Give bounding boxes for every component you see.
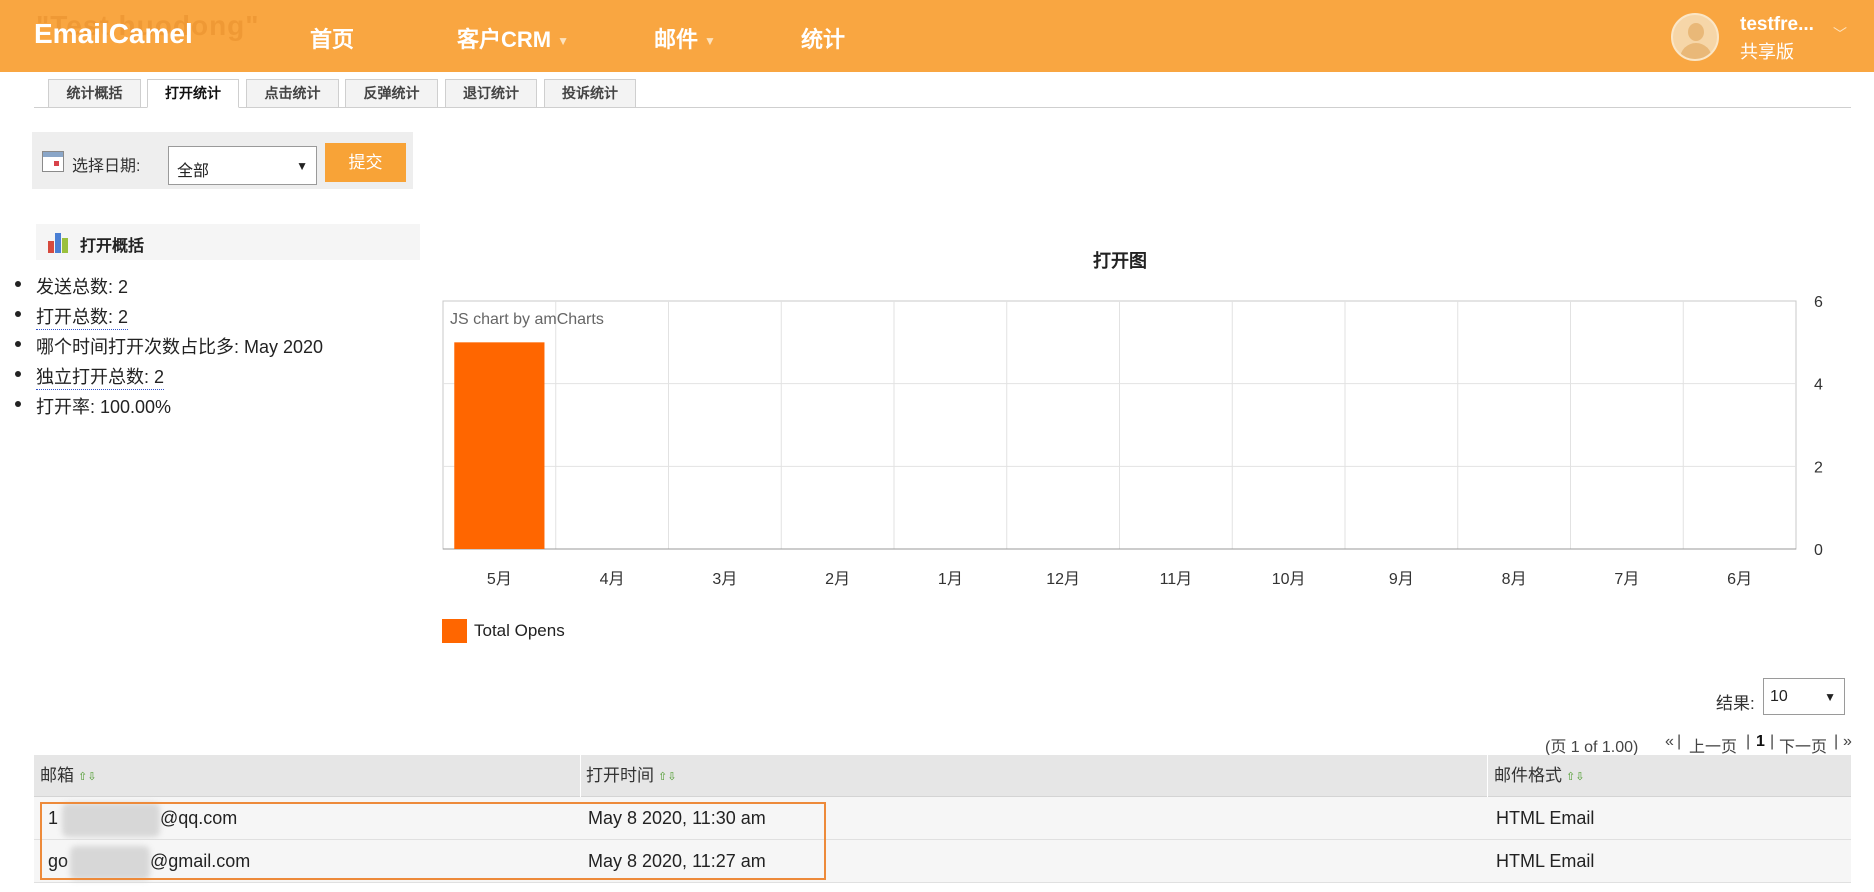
chart-credit-link[interactable]: JS chart by amCharts	[450, 311, 604, 329]
pagination-separator: |	[1677, 733, 1682, 750]
y-tick-label: 0	[1814, 542, 1823, 559]
pagination-separator: |	[1770, 733, 1775, 750]
x-tick-label: 7月	[1614, 571, 1639, 588]
column-header-open-time-label: 打开时间	[586, 766, 654, 785]
sort-arrows-icon[interactable]: ⇧⇩	[78, 756, 96, 798]
column-separator	[1487, 755, 1488, 797]
results-label: 结果:	[1716, 694, 1755, 713]
column-header-format[interactable]: 邮件格式 ⇧⇩	[1494, 755, 1584, 797]
x-tick-label: 5月	[487, 571, 512, 588]
y-tick-label: 6	[1814, 294, 1823, 311]
x-tick-label: 10月	[1272, 571, 1306, 588]
results-per-page-select[interactable]: 10 ▼	[1763, 678, 1845, 715]
pagination-first[interactable]: «	[1665, 733, 1674, 751]
x-tick-label: 8月	[1502, 571, 1527, 588]
y-tick-label: 4	[1814, 377, 1823, 394]
x-tick-label: 1月	[938, 571, 963, 588]
column-separator	[580, 755, 581, 797]
x-tick-label: 9月	[1389, 571, 1414, 588]
column-header-format-label: 邮件格式	[1494, 766, 1562, 785]
column-header-email-label: 邮箱	[40, 766, 74, 785]
dropdown-arrow-icon: ▼	[1824, 690, 1836, 704]
x-tick-label: 6月	[1727, 571, 1752, 588]
pagination-next[interactable]: 下一页	[1779, 733, 1827, 757]
legend-swatch-total-opens[interactable]	[442, 619, 467, 643]
pagination-info: (页 1 of 1.00)	[1545, 739, 1639, 756]
pagination-prev[interactable]: 上一页	[1689, 733, 1737, 757]
results-per-page-value: 10	[1770, 688, 1788, 705]
x-tick-label: 12月	[1046, 571, 1080, 588]
x-tick-label: 2月	[825, 571, 850, 588]
column-header-email[interactable]: 邮箱 ⇧⇩	[40, 755, 96, 797]
pagination-last[interactable]: »	[1843, 733, 1852, 751]
legend-label-total-opens[interactable]: Total Opens	[474, 621, 565, 641]
row-format: HTML Email	[1496, 851, 1595, 871]
column-header-open-time[interactable]: 打开时间 ⇧⇩	[586, 755, 676, 797]
pagination-current: 1	[1756, 733, 1765, 750]
sort-arrows-icon[interactable]: ⇧⇩	[1566, 756, 1584, 798]
chart-bar	[454, 342, 545, 549]
y-tick-label: 2	[1814, 459, 1823, 476]
pagination-separator: |	[1834, 733, 1839, 750]
x-tick-label: 11月	[1160, 571, 1193, 588]
pagination-separator: |	[1746, 733, 1751, 750]
highlight-box	[40, 802, 826, 880]
sort-arrows-icon[interactable]: ⇧⇩	[658, 756, 676, 798]
x-tick-label: 4月	[600, 571, 625, 588]
x-tick-label: 3月	[712, 571, 737, 588]
row-format: HTML Email	[1496, 808, 1595, 828]
